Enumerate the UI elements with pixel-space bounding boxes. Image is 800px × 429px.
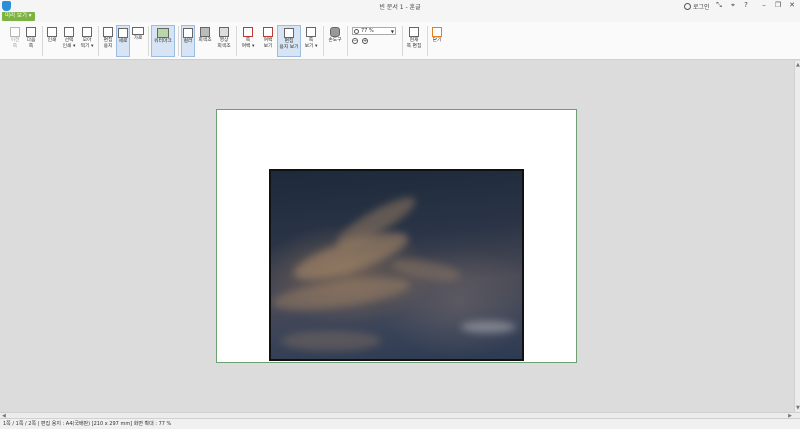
separator bbox=[178, 26, 179, 56]
image-grayscale-icon bbox=[219, 27, 229, 37]
show-edit-paper-button[interactable]: 편집 용지 보기 bbox=[277, 25, 301, 57]
exit-icon bbox=[432, 27, 442, 37]
grayscale-label: 회색조 bbox=[198, 38, 212, 43]
print-label: 인쇄 bbox=[47, 38, 57, 43]
preview-page bbox=[216, 109, 577, 363]
pin-icon[interactable]: ⌖ bbox=[728, 1, 738, 10]
tab-print-preview[interactable]: 미리 보기 ▾ bbox=[2, 12, 35, 21]
zoom-in-icon[interactable]: + bbox=[362, 38, 368, 44]
portrait-icon bbox=[118, 28, 128, 38]
separator bbox=[98, 26, 99, 56]
close-preview-button[interactable]: 닫기 bbox=[430, 25, 444, 57]
prev-page-label: 이전 쪽 bbox=[10, 38, 20, 49]
hand-tool-label: 손도구 bbox=[328, 38, 342, 43]
minimize-button[interactable]: – bbox=[759, 1, 769, 9]
separator bbox=[402, 26, 403, 56]
color-label: 컬러 bbox=[183, 39, 193, 44]
printer-multi-icon bbox=[82, 27, 92, 37]
multi-print-button[interactable]: 모아 찍기 ▾ bbox=[79, 25, 95, 57]
scroll-down-icon[interactable]: ▼ bbox=[796, 405, 800, 411]
page-view-label: 쪽 보기 ▾ bbox=[304, 38, 318, 49]
grayscale-icon bbox=[200, 27, 210, 37]
tab-bar: 미리 보기 ▾ bbox=[0, 12, 800, 22]
grayscale-button[interactable]: 회색조 bbox=[197, 25, 213, 57]
watermark-icon bbox=[157, 28, 169, 38]
page-margin-label: 쪽 여백 ▾ bbox=[241, 38, 255, 49]
portrait-label: 세로 bbox=[118, 39, 128, 44]
prev-page-icon bbox=[10, 27, 20, 37]
zoom-value: 77 % bbox=[361, 28, 374, 34]
scroll-up-icon[interactable]: ▲ bbox=[796, 62, 800, 68]
help-icon[interactable]: ? bbox=[741, 1, 751, 9]
show-margin-icon bbox=[263, 27, 273, 37]
paper-icon bbox=[103, 27, 113, 37]
page-grid-icon bbox=[306, 27, 316, 37]
show-paper-icon bbox=[284, 28, 294, 38]
chevron-down-icon: ▼ bbox=[390, 29, 394, 34]
landscape-icon bbox=[132, 27, 144, 35]
watermark-button[interactable]: 워터마크 bbox=[151, 25, 175, 57]
next-page-icon bbox=[26, 27, 36, 37]
landscape-button[interactable]: 가로 bbox=[131, 25, 145, 57]
cloud-shape bbox=[281, 331, 381, 351]
edit-paper-label: 편집 용지 bbox=[103, 38, 113, 49]
separator bbox=[427, 26, 428, 56]
vertical-scrollbar[interactable]: ▲ ▼ bbox=[794, 61, 800, 412]
multi-print-label: 모아 찍기 ▾ bbox=[80, 38, 94, 49]
close-button[interactable]: ✕ bbox=[787, 1, 797, 9]
user-icon bbox=[684, 3, 691, 10]
zoom-out-icon[interactable]: − bbox=[352, 38, 358, 44]
separator bbox=[323, 26, 324, 56]
close-preview-label: 닫기 bbox=[432, 38, 442, 43]
window-title: 빈 문서 1 - 훈글 bbox=[379, 4, 421, 11]
image-grayscale-button[interactable]: 영상 회색조 bbox=[215, 25, 233, 57]
separator bbox=[42, 26, 43, 56]
cloud-shape bbox=[271, 271, 413, 317]
print-button[interactable]: 인쇄 bbox=[45, 25, 59, 57]
magnifier-icon bbox=[354, 29, 359, 34]
fullscreen-icon[interactable]: ⤡ bbox=[714, 1, 724, 10]
page-margin-button[interactable]: 쪽 여백 ▾ bbox=[239, 25, 257, 57]
page-view-button[interactable]: 쪽 보기 ▾ bbox=[303, 25, 319, 57]
select-print-label: 선택 인쇄 ▾ bbox=[62, 38, 76, 49]
login-label: 로그인 bbox=[693, 4, 710, 11]
printer-icon bbox=[47, 27, 57, 37]
sky-photo-image bbox=[269, 169, 524, 361]
next-page-label: 다음 쪽 bbox=[26, 38, 36, 49]
login-button[interactable]: 로그인 bbox=[684, 2, 710, 11]
separator bbox=[148, 26, 149, 56]
edit-paper-button[interactable]: 편집 용지 bbox=[101, 25, 115, 57]
separator bbox=[347, 26, 348, 56]
select-print-button[interactable]: 선택 인쇄 ▾ bbox=[61, 25, 77, 57]
page-margin-icon bbox=[243, 27, 253, 37]
cloud-shape bbox=[461, 321, 516, 333]
restore-button[interactable]: ❐ bbox=[773, 1, 783, 9]
show-margin-label: 여백 보기 bbox=[263, 38, 273, 49]
hand-tool-button[interactable]: 손도구 bbox=[326, 25, 344, 57]
hand-icon bbox=[330, 27, 340, 37]
preview-toolbar: 이전 쪽 다음 쪽 인쇄 선택 인쇄 ▾ 모아 찍기 ▾ 편집 용지 세로 가로… bbox=[0, 22, 800, 60]
color-page-icon bbox=[183, 28, 193, 38]
portrait-button[interactable]: 세로 bbox=[116, 25, 130, 57]
watermark-label: 워터마크 bbox=[154, 39, 172, 44]
edit-page-icon bbox=[409, 27, 419, 37]
show-edit-paper-label: 편집 용지 보기 bbox=[279, 39, 299, 50]
next-page-button[interactable]: 다음 쪽 bbox=[24, 25, 38, 57]
zoom-select[interactable]: 77 % ▼ bbox=[352, 27, 396, 35]
landscape-label: 가로 bbox=[133, 36, 143, 41]
status-bar: 1쪽 / 1쪽 / 2쪽 | 편집 용지 : A4(국배판) [210 x 29… bbox=[0, 418, 800, 429]
edit-current-page-label: 현재 쪽 편집 bbox=[406, 38, 422, 49]
status-text: 1쪽 / 1쪽 / 2쪽 | 편집 용지 : A4(국배판) [210 x 29… bbox=[3, 421, 172, 427]
printer-select-icon bbox=[64, 27, 74, 37]
separator bbox=[236, 26, 237, 56]
image-grayscale-label: 영상 회색조 bbox=[217, 38, 231, 49]
color-button[interactable]: 컬러 bbox=[181, 25, 195, 57]
edit-current-page-button[interactable]: 현재 쪽 편집 bbox=[404, 25, 424, 57]
prev-page-button[interactable]: 이전 쪽 bbox=[8, 25, 22, 57]
show-margin-button[interactable]: 여백 보기 bbox=[261, 25, 275, 57]
title-bar: 빈 문서 1 - 훈글 로그인 ⤡ ⌖ ? – ❐ ✕ bbox=[0, 0, 800, 12]
